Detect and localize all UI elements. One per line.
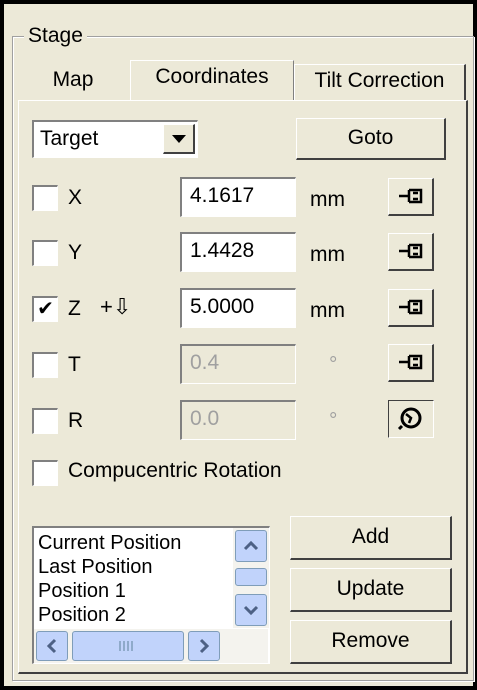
stage-group-title: Stage <box>24 24 87 48</box>
chevron-down-icon <box>243 605 259 616</box>
t-pin-button[interactable] <box>388 344 434 382</box>
scroll-up-button[interactable] <box>235 530 267 562</box>
scroll-left-button[interactable] <box>36 631 68 661</box>
pin-icon <box>398 299 422 315</box>
r-checkbox[interactable] <box>32 408 58 434</box>
chevron-right-icon <box>199 638 210 654</box>
stage-window: Stage Map Coordinates Tilt Correction Ta… <box>0 0 477 690</box>
vertical-scrollbar[interactable] <box>233 528 269 628</box>
tab-tilt-correction[interactable]: Tilt Correction <box>294 64 466 100</box>
rotation-icon <box>397 407 422 431</box>
z-increment-down-icon[interactable]: +⇩ <box>100 294 131 320</box>
pin-icon <box>398 354 422 370</box>
z-unit: mm <box>310 299 345 322</box>
pin-icon <box>398 243 422 259</box>
t-field: 0.4 <box>180 344 296 384</box>
goto-button[interactable]: Goto <box>296 118 446 160</box>
scroll-right-button[interactable] <box>188 631 220 661</box>
z-field[interactable]: 5.0000 <box>180 288 296 328</box>
r-field: 0.0 <box>180 400 296 440</box>
list-item[interactable]: Last Position <box>38 556 153 579</box>
compucentric-checkbox[interactable] <box>32 460 58 486</box>
chevron-down-icon[interactable] <box>163 124 195 154</box>
tab-coordinates[interactable]: Coordinates <box>130 60 294 100</box>
update-button[interactable]: Update <box>290 568 452 612</box>
grip-icon <box>119 641 133 651</box>
r-unit: ° <box>329 409 338 432</box>
add-button[interactable]: Add <box>290 516 452 560</box>
list-item[interactable]: Position 1 <box>38 580 126 603</box>
pin-icon <box>398 188 422 204</box>
z-label: Z <box>68 297 81 320</box>
t-checkbox[interactable] <box>32 352 58 378</box>
target-select-value: Target <box>40 127 99 150</box>
chevron-left-icon <box>46 638 57 654</box>
y-unit: mm <box>310 243 345 266</box>
x-label: X <box>68 186 83 209</box>
x-checkbox[interactable] <box>32 185 58 211</box>
horizontal-scrollbar[interactable] <box>34 629 268 663</box>
target-select[interactable]: Target <box>32 120 198 158</box>
tab-map[interactable]: Map <box>18 64 128 100</box>
y-pin-button[interactable] <box>388 233 434 271</box>
vertical-scroll-thumb[interactable] <box>235 568 267 586</box>
t-label: T <box>68 353 81 376</box>
list-item[interactable]: Position 2 <box>38 604 126 627</box>
x-field[interactable]: 4.1617 <box>180 177 296 217</box>
checkmark-icon: ✔ <box>37 298 54 320</box>
x-pin-button[interactable] <box>388 178 434 216</box>
z-pin-button[interactable] <box>388 289 434 327</box>
list-item[interactable]: Current Position <box>38 532 181 555</box>
y-checkbox[interactable] <box>32 240 58 266</box>
chevron-up-icon <box>243 540 259 551</box>
t-unit: ° <box>329 353 338 376</box>
y-label: Y <box>68 241 83 264</box>
compucentric-label: Compucentric Rotation <box>68 459 282 482</box>
horizontal-scroll-thumb[interactable] <box>72 631 184 661</box>
y-field[interactable]: 1.4428 <box>180 232 296 272</box>
z-checkbox[interactable]: ✔ <box>32 296 58 322</box>
r-rotate-button[interactable] <box>388 400 434 438</box>
scroll-down-button[interactable] <box>235 594 267 626</box>
x-unit: mm <box>310 188 345 211</box>
r-label: R <box>68 409 84 432</box>
positions-list[interactable]: Current Position Last Position Position … <box>32 526 270 664</box>
remove-button[interactable]: Remove <box>290 620 452 664</box>
